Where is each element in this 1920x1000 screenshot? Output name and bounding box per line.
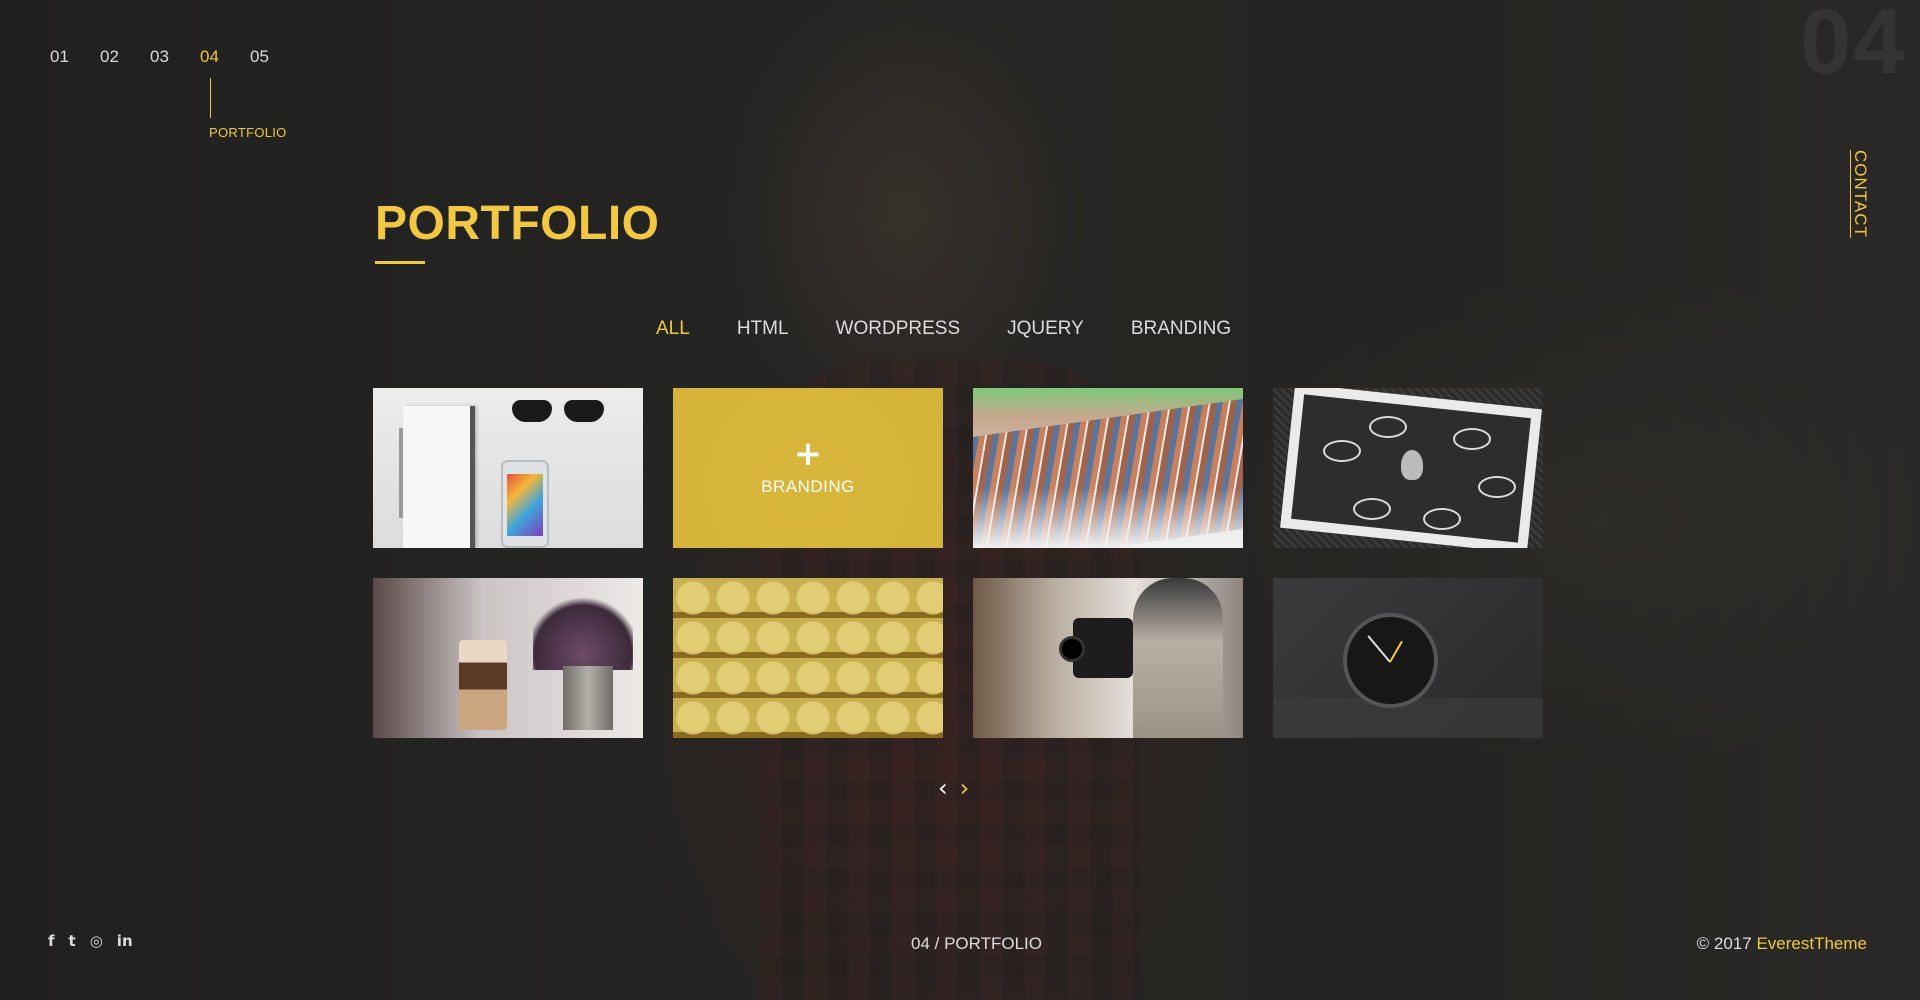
nav-item-03[interactable]: 03	[150, 47, 200, 67]
portfolio-image-camera	[973, 578, 1243, 738]
portfolio-item[interactable]	[1273, 388, 1543, 548]
portfolio-item[interactable]	[373, 388, 643, 548]
nav-item-05[interactable]: 05	[250, 47, 300, 67]
nav-active-indicator	[210, 78, 211, 118]
brand-link[interactable]: EverestTheme	[1756, 934, 1867, 953]
filter-wordpress[interactable]: WORDPRESS	[836, 318, 961, 340]
portfolio-item-category: BRANDING	[761, 477, 855, 496]
page-title: PORTFOLIO	[375, 197, 660, 250]
instagram-icon[interactable]: ◎	[90, 932, 103, 950]
background-overlay	[0, 0, 1920, 1000]
portfolio-filters: ALL HTML WORDPRESS JQUERY BRANDING	[656, 318, 1278, 340]
chevron-right-icon[interactable]: ›	[960, 776, 970, 800]
copyright-text: © 2017	[1696, 934, 1752, 953]
twitter-icon[interactable]: t	[69, 932, 76, 950]
contact-side-link[interactable]: CONTACT	[1850, 150, 1870, 238]
filter-jquery[interactable]: JQUERY	[1007, 318, 1084, 340]
linkedin-icon[interactable]: in	[117, 932, 133, 950]
page-indicator: 04 / PORTFOLIO	[911, 934, 1043, 953]
facebook-icon[interactable]: f	[48, 932, 55, 950]
nav-item-01[interactable]: 01	[50, 47, 100, 67]
portfolio-image-chalkboard	[1273, 388, 1543, 548]
portfolio-image-cheese	[673, 578, 943, 738]
portfolio-item[interactable]	[973, 388, 1243, 548]
section-nav: 01 02 03 04 05	[50, 47, 300, 67]
portfolio-hover-overlay[interactable]: + BRANDING	[673, 388, 943, 548]
nav-item-02[interactable]: 02	[100, 47, 150, 67]
portfolio-item[interactable]	[1273, 578, 1543, 738]
filter-branding[interactable]: BRANDING	[1131, 318, 1231, 340]
portfolio-image-dark-watch	[1273, 578, 1543, 738]
portfolio-item[interactable]	[373, 578, 643, 738]
filter-html[interactable]: HTML	[737, 318, 789, 340]
social-links: f t ◎ in	[48, 932, 133, 950]
portfolio-image-coffee	[373, 578, 643, 738]
portfolio-image-desk	[373, 388, 643, 548]
copyright: © 2017 EverestTheme	[1697, 934, 1867, 954]
portfolio-item[interactable]	[973, 578, 1243, 738]
chevron-left-icon[interactable]: ‹	[938, 776, 948, 800]
background-section-number: 04	[1800, 0, 1907, 93]
filter-all[interactable]: ALL	[656, 318, 690, 340]
nav-active-caption: PORTFOLIO	[209, 125, 287, 140]
portfolio-item[interactable]: + BRANDING	[673, 388, 943, 548]
portfolio-pager: ‹ ›	[938, 776, 969, 800]
nav-item-04[interactable]: 04	[200, 47, 250, 67]
portfolio-image-books	[973, 388, 1243, 548]
plus-icon[interactable]: +	[794, 437, 823, 471]
portfolio-item[interactable]	[673, 578, 943, 738]
title-underline	[375, 261, 425, 264]
